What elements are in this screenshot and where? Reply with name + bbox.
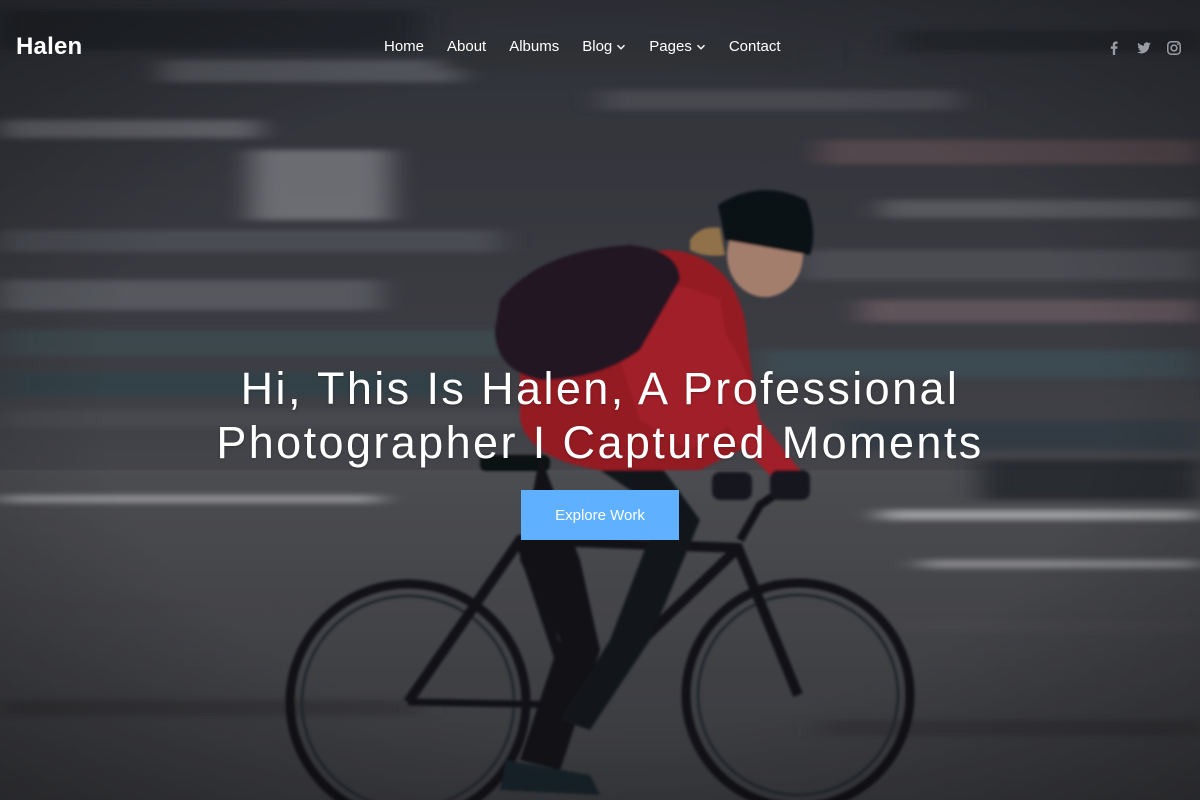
- hero-headline-line-2: Photographer I Captured Moments: [216, 417, 984, 468]
- facebook-icon[interactable]: [1106, 40, 1122, 56]
- nav-item-label: About: [447, 38, 487, 55]
- nav-item-label: Pages: [649, 38, 692, 55]
- instagram-icon[interactable]: [1166, 40, 1182, 56]
- explore-work-button[interactable]: Explore Work: [521, 490, 679, 540]
- twitter-icon[interactable]: [1136, 40, 1152, 56]
- nav-item-albums[interactable]: Albums: [509, 38, 559, 55]
- site-header: Halen Home About Albums Blog Pages Conta…: [0, 0, 1200, 96]
- nav-item-contact[interactable]: Contact: [729, 38, 781, 55]
- hero-headline-line-1: Hi, This Is Halen, A Professional: [240, 363, 960, 414]
- nav-item-pages[interactable]: Pages: [649, 38, 706, 55]
- nav-item-blog[interactable]: Blog: [582, 38, 626, 55]
- hero-headline: Hi, This Is Halen, A Professional Photog…: [0, 362, 1200, 470]
- nav-item-about[interactable]: About: [447, 38, 486, 55]
- nav-item-label: Albums: [509, 38, 560, 55]
- main-nav: Home About Albums Blog Pages Contact: [372, 38, 792, 55]
- site-logo[interactable]: Halen: [16, 33, 82, 61]
- nav-item-label: Home: [384, 38, 425, 55]
- nav-item-label: Blog: [582, 38, 613, 55]
- nav-item-label: Contact: [728, 38, 781, 55]
- hero-section: Halen Home About Albums Blog Pages Conta…: [0, 0, 1200, 800]
- nav-item-home[interactable]: Home: [384, 38, 424, 55]
- chevron-down-icon: [616, 42, 626, 52]
- social-links: [1092, 40, 1182, 56]
- chevron-down-icon: [696, 42, 706, 52]
